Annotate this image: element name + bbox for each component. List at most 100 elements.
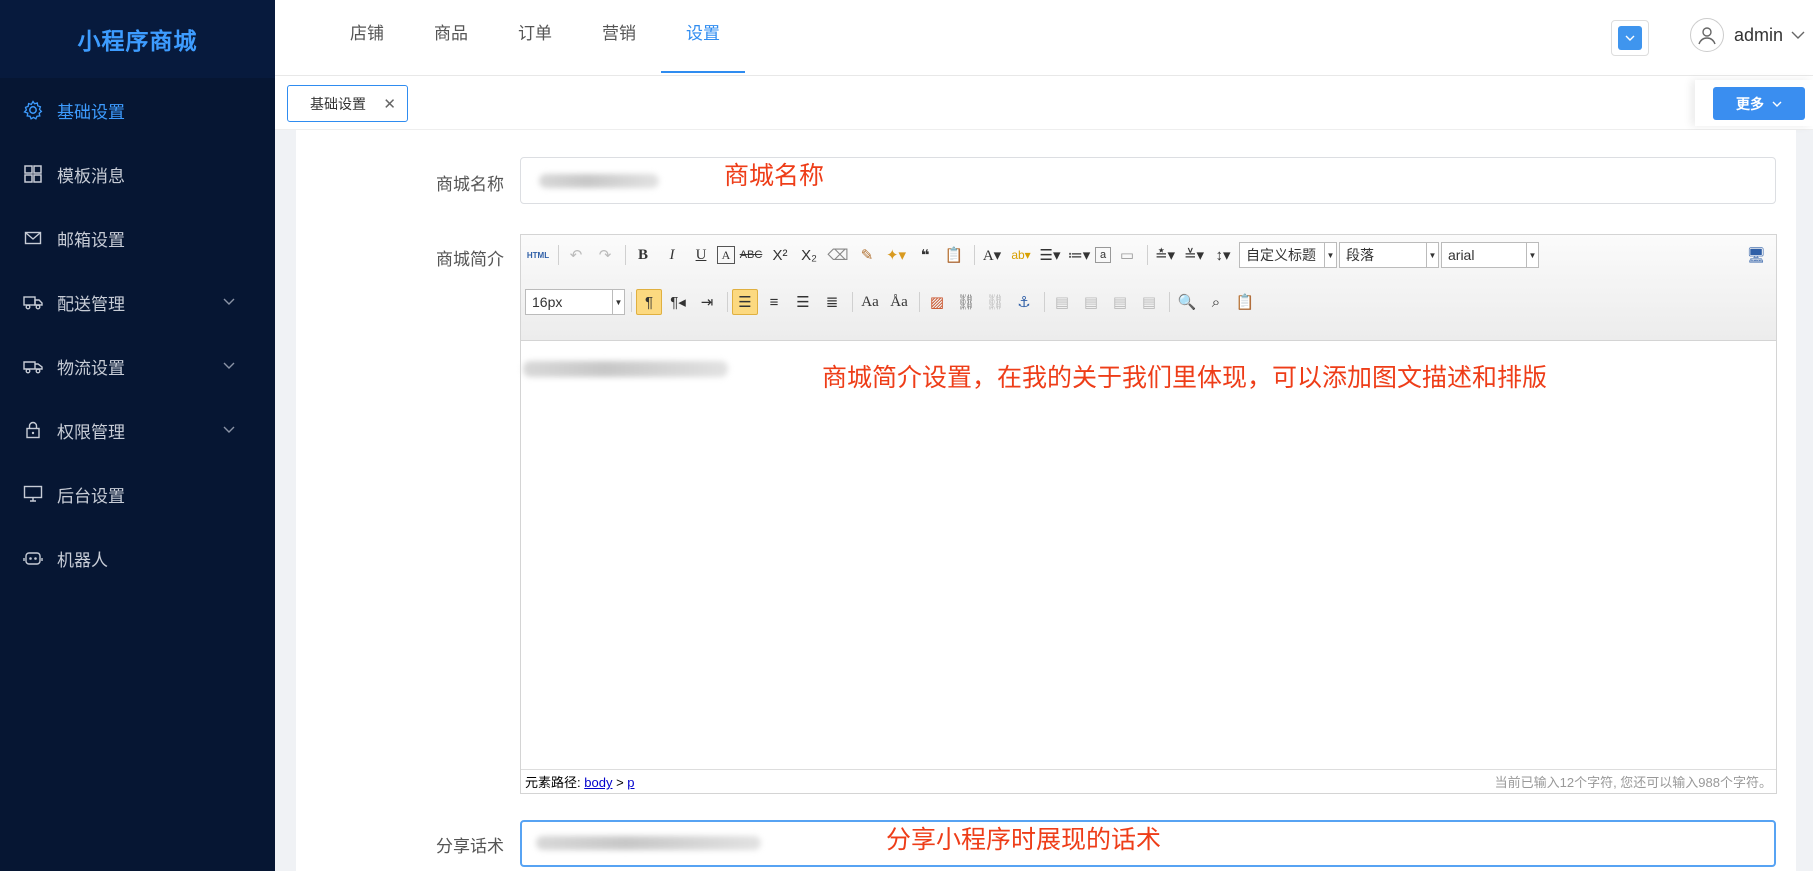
font-family-select[interactable]: arial ▼ [1441, 242, 1539, 268]
gear-icon [22, 99, 44, 121]
direction-ltr-icon[interactable]: ¶ [636, 289, 662, 315]
blockquote-icon[interactable]: ❝ [912, 242, 938, 268]
line-height-icon[interactable]: ↕▾ [1210, 242, 1236, 268]
element-path-label: 元素路径: [525, 775, 581, 790]
uppercase-icon[interactable]: Aa [857, 289, 883, 315]
undo-icon[interactable]: ↶ [563, 242, 589, 268]
anchor-icon[interactable]: ⚓ [1011, 289, 1037, 315]
image-right-icon[interactable]: ▤ [1107, 289, 1133, 315]
chevron-down-icon [223, 426, 235, 433]
user-menu[interactable]: admin [1690, 18, 1805, 52]
unordered-list-icon[interactable]: ≔▾ [1066, 242, 1092, 268]
tab-products[interactable]: 商品 [409, 0, 493, 72]
lock-icon [22, 419, 44, 441]
tab-shop[interactable]: 店铺 [325, 0, 409, 72]
paste-text-icon[interactable]: 📋 [941, 242, 967, 268]
underline-icon[interactable]: U [688, 242, 714, 268]
shop-intro-annotation: 商城简介设置，在我的关于我们里体现，可以添加图文描述和排版 [822, 364, 1548, 392]
paragraph-select[interactable]: 段落 ▼ [1339, 242, 1439, 268]
chevron-down-icon: ▼ [612, 290, 624, 314]
search-icon[interactable]: 🔍 [1174, 289, 1200, 315]
select-all-icon[interactable]: a [1095, 247, 1111, 263]
chevron-down-icon: ▼ [1526, 243, 1538, 267]
redo-icon[interactable]: ↷ [592, 242, 618, 268]
chevron-down-icon: ▼ [1426, 243, 1438, 267]
align-left-icon[interactable]: ☰ [732, 289, 758, 315]
highlight-color-icon[interactable]: ab▾ [1008, 242, 1034, 268]
tab-marketing[interactable]: 营销 [577, 0, 661, 72]
sidebar-item-logistics-settings[interactable]: 物流设置 [0, 334, 275, 398]
align-center-icon[interactable]: ≡ [761, 289, 787, 315]
html-source-icon[interactable]: HTML [525, 242, 551, 268]
settings-form: 商城名称 商城名称 商城简介 HTML ↶ ↷ B I U A ABC X² X… [296, 130, 1796, 871]
align-right-icon[interactable]: ☰ [790, 289, 816, 315]
paste-plain-icon[interactable]: 📋 [1232, 289, 1258, 315]
bold-icon[interactable]: B [630, 242, 656, 268]
redacted-value [539, 174, 659, 188]
sidebar-item-backend-settings[interactable]: 后台设置 [0, 462, 275, 526]
heading-select[interactable]: 自定义标题 ▼ [1239, 242, 1337, 268]
tab-orders[interactable]: 订单 [493, 0, 577, 72]
sidebar-item-basic-settings[interactable]: 基础设置 [0, 78, 275, 142]
shop-name-input[interactable] [520, 157, 1776, 204]
paragraph-select-value: 段落 [1346, 247, 1374, 263]
top-dropdown-button[interactable] [1611, 20, 1649, 56]
strikethrough-icon[interactable]: ABC [738, 242, 764, 268]
image-none-icon[interactable]: ▤ [1049, 289, 1075, 315]
sidebar-item-label: 后台设置 [57, 486, 125, 506]
share-text-label: 分享话术 [436, 837, 504, 856]
truck-icon [22, 291, 44, 313]
sidebar-item-permission-management[interactable]: 权限管理 [0, 398, 275, 462]
chevron-down-icon [1618, 26, 1642, 50]
close-icon[interactable]: ✕ [383, 95, 396, 113]
image-center-icon[interactable]: ▤ [1136, 289, 1162, 315]
direction-rtl-icon[interactable]: ¶◂ [665, 289, 691, 315]
font-border-icon[interactable]: A [717, 246, 735, 264]
unlink-icon[interactable]: ⛓ [982, 289, 1008, 315]
element-path: 元素路径: body > p [525, 772, 635, 791]
tag-basic-settings[interactable]: 基础设置 ✕ [287, 85, 408, 122]
indent-icon[interactable]: ⇥ [694, 289, 720, 315]
find-replace-icon[interactable]: ⌕ [1203, 289, 1229, 315]
font-color-icon[interactable]: A▾ [979, 242, 1005, 268]
editor-body[interactable] [521, 341, 1776, 769]
insert-image-icon[interactable]: ▨ [924, 289, 950, 315]
logistics-icon [22, 355, 44, 377]
editor-footer: 元素路径: body > p 当前已输入12个字符, 您还可以输入988个字符。 [521, 769, 1776, 793]
clear-doc-icon[interactable]: ▭ [1114, 242, 1140, 268]
subscript-icon[interactable]: X₂ [796, 242, 822, 268]
chevron-down-icon [223, 298, 235, 305]
italic-icon[interactable]: I [659, 242, 685, 268]
robot-icon [22, 547, 44, 569]
grid-icon [22, 163, 44, 185]
editor-toolbar: HTML ↶ ↷ B I U A ABC X² X₂ ⌫ ✎ ✦▾ ❝ 📋 A▾… [521, 235, 1776, 341]
more-button[interactable]: 更多 [1713, 87, 1805, 120]
fullscreen-icon[interactable]: 🖥 [1743, 242, 1769, 268]
path-body-link[interactable]: body [584, 775, 612, 790]
auto-format-icon[interactable]: ✦▾ [883, 242, 909, 268]
eraser-icon[interactable]: ⌫ [825, 242, 851, 268]
brand-title[interactable]: 小程序商城 [0, 0, 275, 78]
row-spacing-top-icon[interactable]: ≛▾ [1152, 242, 1178, 268]
image-left-icon[interactable]: ▤ [1078, 289, 1104, 315]
monitor-icon [22, 483, 44, 505]
more-label: 更多 [1736, 95, 1764, 112]
shop-name-label: 商城名称 [436, 175, 504, 194]
font-size-select[interactable]: 16px ▼ [525, 289, 625, 315]
format-brush-icon[interactable]: ✎ [854, 242, 880, 268]
align-justify-icon[interactable]: ≣ [819, 289, 845, 315]
rich-text-editor[interactable]: HTML ↶ ↷ B I U A ABC X² X₂ ⌫ ✎ ✦▾ ❝ 📋 A▾… [520, 234, 1777, 794]
row-spacing-bottom-icon[interactable]: ≚▾ [1181, 242, 1207, 268]
path-p-link[interactable]: p [627, 775, 634, 790]
sidebar-item-template-messages[interactable]: 模板消息 [0, 142, 275, 206]
chevron-down-icon [1791, 31, 1805, 39]
lowercase-icon[interactable]: Åa [886, 289, 912, 315]
link-icon[interactable]: ⛓ [953, 289, 979, 315]
ordered-list-icon[interactable]: ☰▾ [1037, 242, 1063, 268]
sidebar-item-delivery-management[interactable]: 配送管理 [0, 270, 275, 334]
sidebar-item-email-settings[interactable]: 邮箱设置 [0, 206, 275, 270]
sidebar-item-robot[interactable]: 机器人 [0, 526, 275, 590]
tab-settings[interactable]: 设置 [661, 0, 745, 73]
superscript-icon[interactable]: X² [767, 242, 793, 268]
heading-select-value: 自定义标题 [1246, 247, 1316, 263]
